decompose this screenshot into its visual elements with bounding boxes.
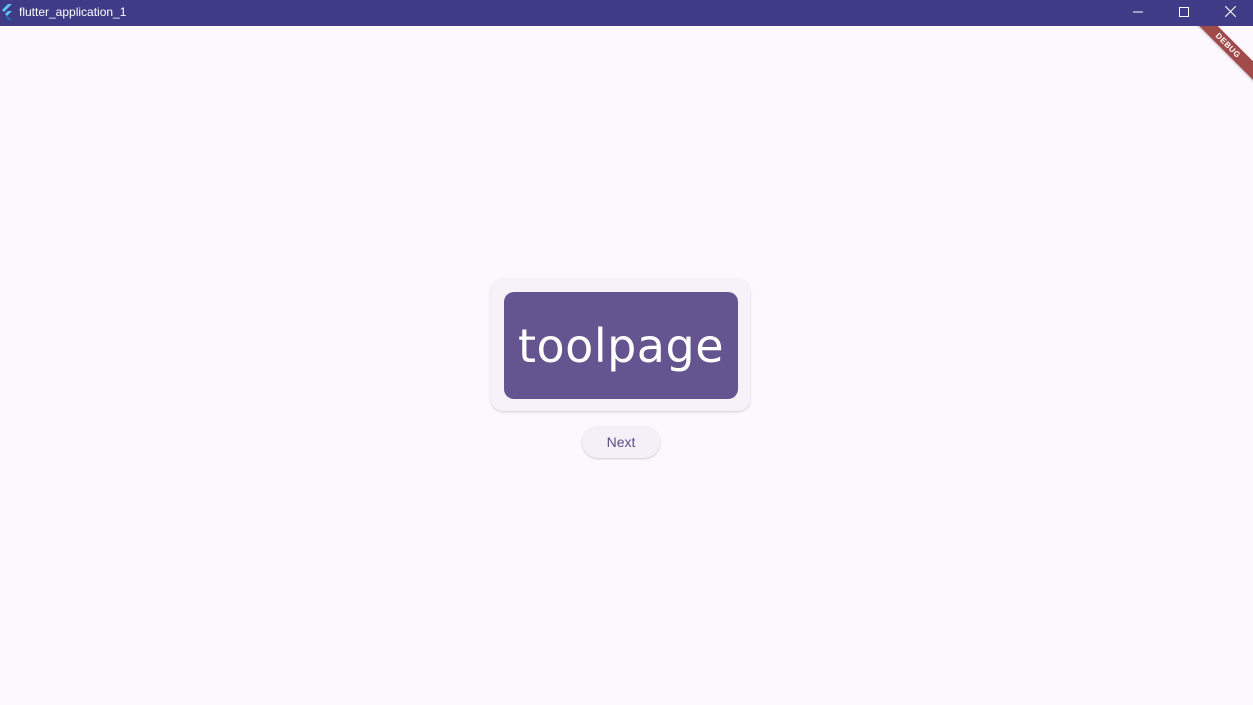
debug-banner: DEBUG: [1193, 26, 1253, 86]
window-titlebar[interactable]: flutter_application_1: [0, 0, 1253, 26]
minimize-icon: [1133, 4, 1143, 22]
flutter-logo-icon: [1, 4, 13, 20]
debug-label: DEBUG: [1214, 30, 1243, 60]
maximize-button[interactable]: [1161, 0, 1207, 26]
word-card: toolpage: [491, 279, 750, 411]
window-title: flutter_application_1: [19, 5, 127, 19]
maximize-icon: [1179, 4, 1189, 22]
next-button[interactable]: Next: [582, 426, 660, 458]
close-icon: [1224, 4, 1236, 22]
app-content: toolpage Next DEBUG: [0, 26, 1253, 705]
word-display: toolpage: [504, 292, 738, 399]
minimize-button[interactable]: [1115, 0, 1161, 26]
word-text: toolpage: [518, 318, 724, 373]
next-button-label: Next: [606, 434, 636, 450]
close-button[interactable]: [1207, 0, 1253, 26]
debug-ribbon: DEBUG: [1193, 26, 1253, 85]
